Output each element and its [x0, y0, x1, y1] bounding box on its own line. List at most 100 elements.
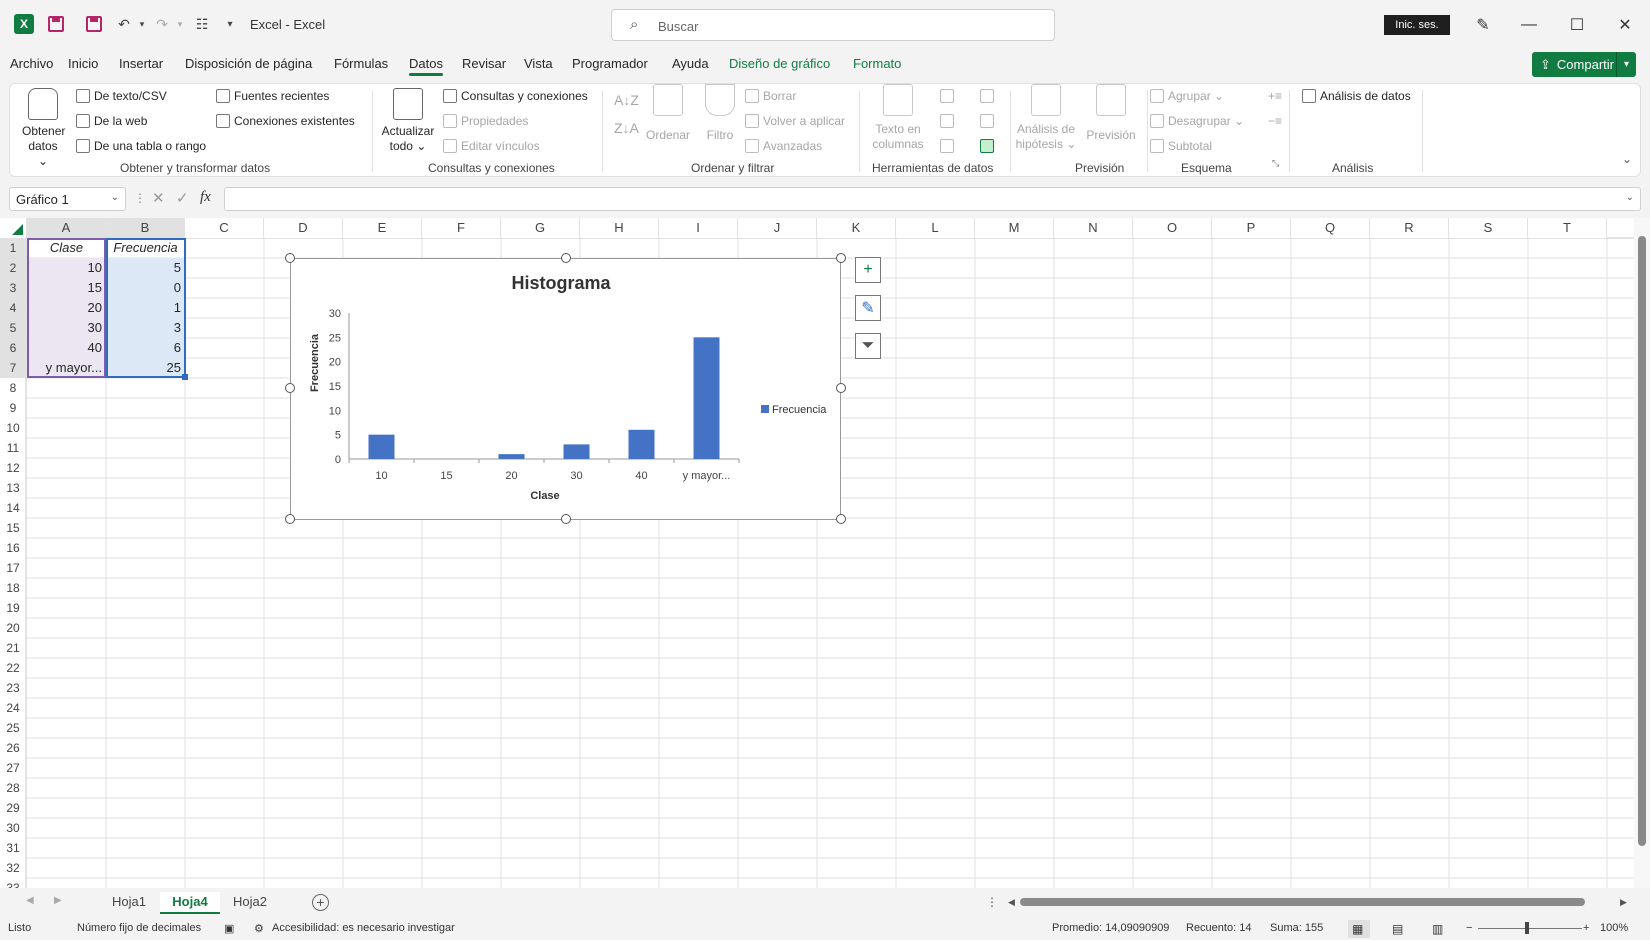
select-all-corner[interactable] — [0, 218, 26, 238]
get-data-button[interactable]: Obtener datos ⌄ — [22, 88, 65, 169]
tab-formato[interactable]: Formato — [853, 56, 901, 71]
pen-icon[interactable]: ✎ — [1472, 14, 1494, 36]
more-options-icon[interactable]: ⋮ — [134, 191, 146, 205]
row-header-27[interactable]: 27 — [0, 758, 26, 778]
tab-diseno-grafico[interactable]: Diseño de gráfico — [729, 56, 830, 71]
cell-b6[interactable]: 6 — [106, 338, 185, 358]
row-header-23[interactable]: 23 — [0, 678, 26, 698]
chart-styles-brush-icon[interactable]: ✎ — [855, 295, 881, 321]
minimize-button[interactable]: — — [1518, 14, 1540, 36]
customize-qat-icon[interactable]: ▾ — [220, 14, 240, 34]
chart-filters-funnel-icon[interactable]: ⏷ — [855, 333, 881, 359]
column-header-i[interactable]: I — [659, 218, 738, 238]
sheet-tab-hoja1[interactable]: Hoja1 — [100, 892, 158, 914]
cell-b4[interactable]: 1 — [106, 298, 185, 318]
row-header-16[interactable]: 16 — [0, 538, 26, 558]
show-detail-icon[interactable]: +≡ — [1268, 89, 1282, 103]
forecast-button[interactable]: Previsión — [1084, 84, 1138, 143]
data-analysis-button[interactable]: Análisis de datos — [1302, 89, 1411, 103]
macro-record-icon[interactable]: ▣ — [224, 922, 234, 935]
column-header-s[interactable]: S — [1449, 218, 1528, 238]
recent-sources-button[interactable]: Fuentes recientes — [216, 89, 329, 103]
row-header-10[interactable]: 10 — [0, 418, 26, 438]
formula-input[interactable]: ⌄ — [224, 187, 1641, 211]
row-header-25[interactable]: 25 — [0, 718, 26, 738]
hscroll-right-icon[interactable]: ▶ — [1620, 897, 1630, 907]
remove-duplicates-icon[interactable] — [940, 114, 958, 128]
refresh-all-button[interactable]: Actualizar todo ⌄ — [380, 88, 436, 154]
tab-programador[interactable]: Programador — [572, 56, 648, 71]
undo-icon[interactable]: ↶ — [114, 14, 134, 34]
row-header-19[interactable]: 19 — [0, 598, 26, 618]
cell-a1[interactable]: Clase — [27, 238, 106, 258]
from-web-button[interactable]: De la web — [76, 114, 147, 128]
relationships-icon[interactable] — [980, 114, 998, 128]
page-break-view-icon[interactable]: ▥ — [1432, 922, 1443, 936]
cell-a7[interactable]: y mayor... — [27, 358, 106, 378]
clear-filter-button[interactable]: Borrar — [745, 89, 796, 103]
resize-handle-w[interactable] — [285, 383, 295, 393]
hscroll-left-icon[interactable]: ◀ — [1008, 897, 1018, 907]
row-header-15[interactable]: 15 — [0, 518, 26, 538]
tab-insertar[interactable]: Insertar — [119, 56, 163, 71]
chevron-down-icon[interactable]: ⌄ — [111, 192, 119, 203]
row-header-22[interactable]: 22 — [0, 658, 26, 678]
tab-disposicion[interactable]: Disposición de página — [185, 56, 312, 71]
zoom-out-icon[interactable]: − — [1466, 922, 1472, 934]
data-model-icon[interactable] — [980, 139, 998, 153]
cell-b2[interactable]: 5 — [106, 258, 185, 278]
row-header-1[interactable]: 1 — [0, 238, 26, 258]
group-button[interactable]: Agrupar ⌄ — [1150, 89, 1224, 103]
y-axis-title[interactable]: Frecuencia — [309, 333, 321, 392]
bar-4[interactable] — [563, 444, 590, 459]
column-header-n[interactable]: N — [1054, 218, 1133, 238]
row-header-29[interactable]: 29 — [0, 798, 26, 818]
column-header-a[interactable]: A — [27, 218, 106, 238]
column-header-q[interactable]: Q — [1291, 218, 1370, 238]
sheet-tab-hoja2[interactable]: Hoja2 — [222, 892, 278, 914]
row-header-4[interactable]: 4 — [0, 298, 26, 318]
close-button[interactable]: ✕ — [1614, 14, 1636, 36]
dialog-launcher-icon[interactable]: ⤡ — [1272, 158, 1279, 169]
vertical-scrollbar[interactable] — [1634, 218, 1650, 888]
zoom-slider-track[interactable] — [1478, 928, 1582, 929]
row-header-12[interactable]: 12 — [0, 458, 26, 478]
resize-handle-nw[interactable] — [285, 253, 295, 263]
tab-ayuda[interactable]: Ayuda — [672, 56, 709, 71]
tab-formulas[interactable]: Fórmulas — [334, 56, 388, 71]
row-header-30[interactable]: 30 — [0, 818, 26, 838]
status-recuento[interactable]: Recuento: 14 — [1186, 922, 1251, 934]
bar-1[interactable] — [368, 434, 395, 459]
chart-elements-plus-icon[interactable]: + — [855, 257, 881, 283]
row-header-24[interactable]: 24 — [0, 698, 26, 718]
legend-label[interactable]: Frecuencia — [772, 404, 827, 416]
column-header-d[interactable]: D — [264, 218, 343, 238]
from-table-button[interactable]: De una tabla o rango — [76, 139, 206, 153]
name-box[interactable]: Gráfico 1 ⌄ — [9, 187, 126, 211]
column-header-h[interactable]: H — [580, 218, 659, 238]
column-header-f[interactable]: F — [422, 218, 501, 238]
tab-revisar[interactable]: Revisar — [462, 56, 506, 71]
tab-datos[interactable]: Datos — [409, 56, 443, 76]
row-header-17[interactable]: 17 — [0, 558, 26, 578]
redo-dropdown-icon[interactable]: ▾ — [170, 14, 190, 34]
status-suma[interactable]: Suma: 155 — [1270, 922, 1323, 934]
form-icon[interactable]: ☷ — [192, 14, 212, 34]
cell-a2[interactable]: 10 — [27, 258, 106, 278]
column-header-b[interactable]: B — [106, 218, 185, 238]
tab-archivo[interactable]: Archivo — [10, 56, 53, 71]
expand-formula-icon[interactable]: ⌄ — [1626, 192, 1634, 203]
column-header-o[interactable]: O — [1133, 218, 1212, 238]
enter-icon[interactable]: ✓ — [176, 189, 189, 207]
resize-handle-sw[interactable] — [285, 514, 295, 524]
cancel-icon[interactable]: ✕ — [152, 189, 165, 207]
search-box[interactable]: ⌕ Buscar — [611, 9, 1055, 41]
row-header-3[interactable]: 3 — [0, 278, 26, 298]
cell-a3[interactable]: 15 — [27, 278, 106, 298]
row-header-11[interactable]: 11 — [0, 438, 26, 458]
zoom-level[interactable]: 100% — [1600, 922, 1628, 934]
cell-b5[interactable]: 3 — [106, 318, 185, 338]
insert-function-icon[interactable]: fx — [200, 189, 211, 206]
column-header-m[interactable]: M — [975, 218, 1054, 238]
resize-handle-n[interactable] — [561, 253, 571, 263]
